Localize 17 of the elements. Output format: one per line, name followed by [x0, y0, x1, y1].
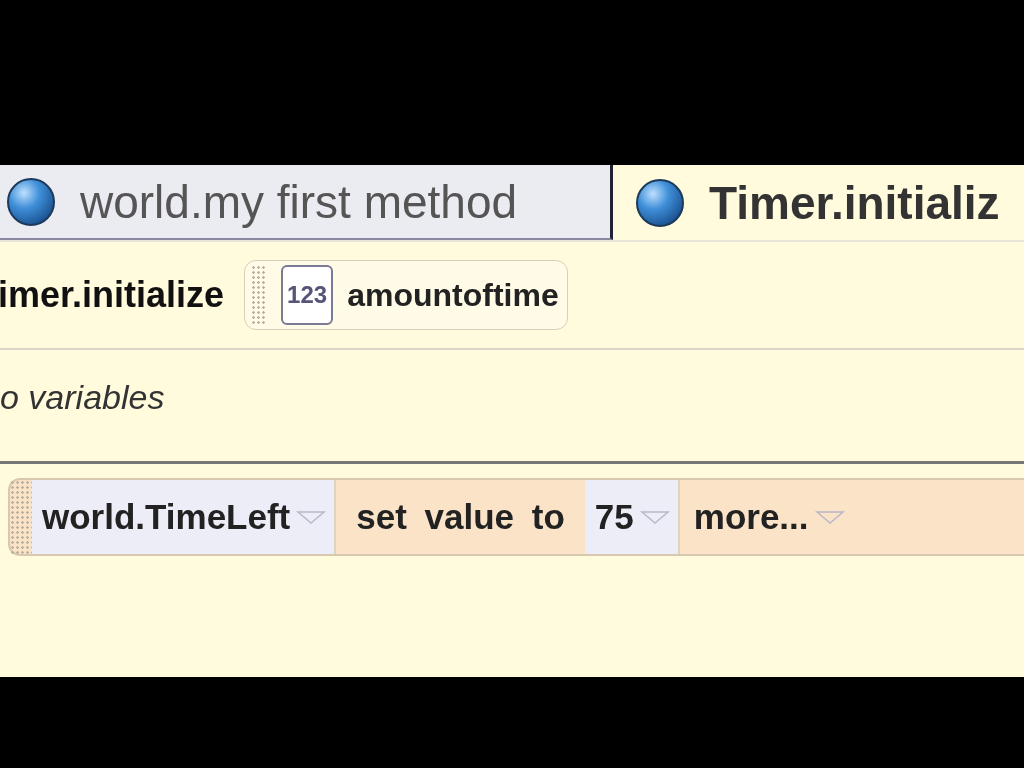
parameter-tile[interactable]: 123 amountoftime — [244, 260, 568, 330]
target-dropdown[interactable]: world.TimeLeft — [32, 480, 337, 554]
number-type-icon: 123 — [281, 265, 334, 325]
grip-handle[interactable] — [251, 265, 268, 325]
variables-note: o variables — [0, 378, 165, 416]
more-dropdown[interactable]: more... — [679, 480, 859, 554]
method-name: imer.initialize — [0, 274, 225, 316]
statement-block[interactable]: world.TimeLeft set value to 75 more... — [8, 478, 1024, 556]
sphere-icon — [635, 177, 685, 228]
value-dropdown[interactable]: 75 — [584, 480, 680, 554]
caret-icon — [639, 509, 670, 525]
grip-handle[interactable] — [10, 480, 32, 554]
method-tab[interactable]: world.my first method — [0, 165, 613, 240]
action-label: set value to — [355, 496, 566, 538]
sphere-icon — [6, 176, 56, 227]
caret-icon — [814, 509, 845, 525]
caret-icon — [296, 509, 327, 525]
